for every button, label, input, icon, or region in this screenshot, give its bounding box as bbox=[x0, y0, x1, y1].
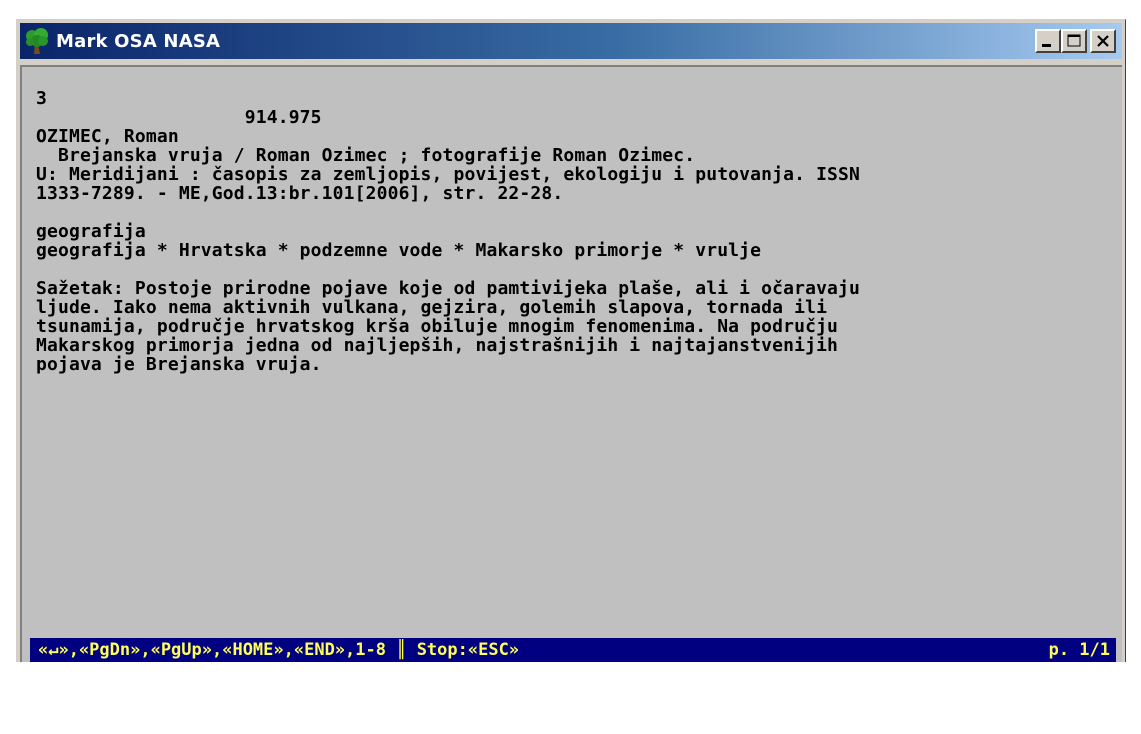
record-line: ljude. Iako nema aktivnih vulkana, gejzi… bbox=[36, 297, 828, 318]
maximize-icon bbox=[1067, 34, 1081, 47]
record-line: geografija bbox=[36, 221, 146, 242]
record-line: 3 bbox=[36, 88, 47, 109]
record-line bbox=[36, 203, 1112, 222]
window-controls bbox=[1035, 29, 1116, 53]
maximize-button[interactable] bbox=[1061, 29, 1087, 53]
record-line: pojava je Brejanska vruja. bbox=[36, 354, 322, 375]
record-line: 914.975 bbox=[36, 107, 322, 128]
title-bar[interactable]: Mark OSA NASA bbox=[20, 23, 1122, 59]
record-line: Brejanska vruja / Roman Ozimec ; fotogra… bbox=[36, 145, 696, 166]
record-line: OZIMEC, Roman bbox=[36, 126, 179, 147]
status-bar: «↵»,«PgDn»,«PgUp»,«HOME»,«END»,1-8 ║ Sto… bbox=[30, 638, 1116, 662]
app-window: Mark OSA NASA 3 914.975 OZIMEC, Roman Br… bbox=[16, 19, 1126, 662]
close-button[interactable] bbox=[1090, 29, 1116, 53]
console-area[interactable]: 3 914.975 OZIMEC, Roman Brejanska vruja /… bbox=[20, 65, 1122, 662]
record-line: geografija * Hrvatska * podzemne vode * … bbox=[36, 240, 762, 261]
tree-icon[interactable] bbox=[24, 27, 50, 55]
record-line: 1333-7289. - ME,God.13:br.101[2006], str… bbox=[36, 183, 564, 204]
record-line: U: Meridijani : časopis za zemljopis, po… bbox=[36, 164, 861, 185]
window-title: Mark OSA NASA bbox=[56, 30, 221, 52]
minimize-icon bbox=[1042, 44, 1051, 47]
record-line: Sažetak: Postoje prirodne pojave koje od… bbox=[36, 278, 861, 299]
record-line bbox=[36, 260, 1112, 279]
close-icon bbox=[1097, 35, 1109, 47]
page-indicator: p. 1/1 bbox=[1048, 640, 1110, 660]
status-key-hints: «↵»,«PgDn»,«PgUp»,«HOME»,«END»,1-8 ║ Sto… bbox=[38, 640, 520, 660]
record-text: 3 914.975 OZIMEC, Roman Brejanska vruja /… bbox=[36, 89, 1112, 374]
record-line: Makarskog primorja jedna od najljepših, … bbox=[36, 335, 839, 356]
minimize-button[interactable] bbox=[1035, 29, 1061, 53]
record-line: tsunamija, područje hrvatskog krša obilu… bbox=[36, 316, 839, 337]
